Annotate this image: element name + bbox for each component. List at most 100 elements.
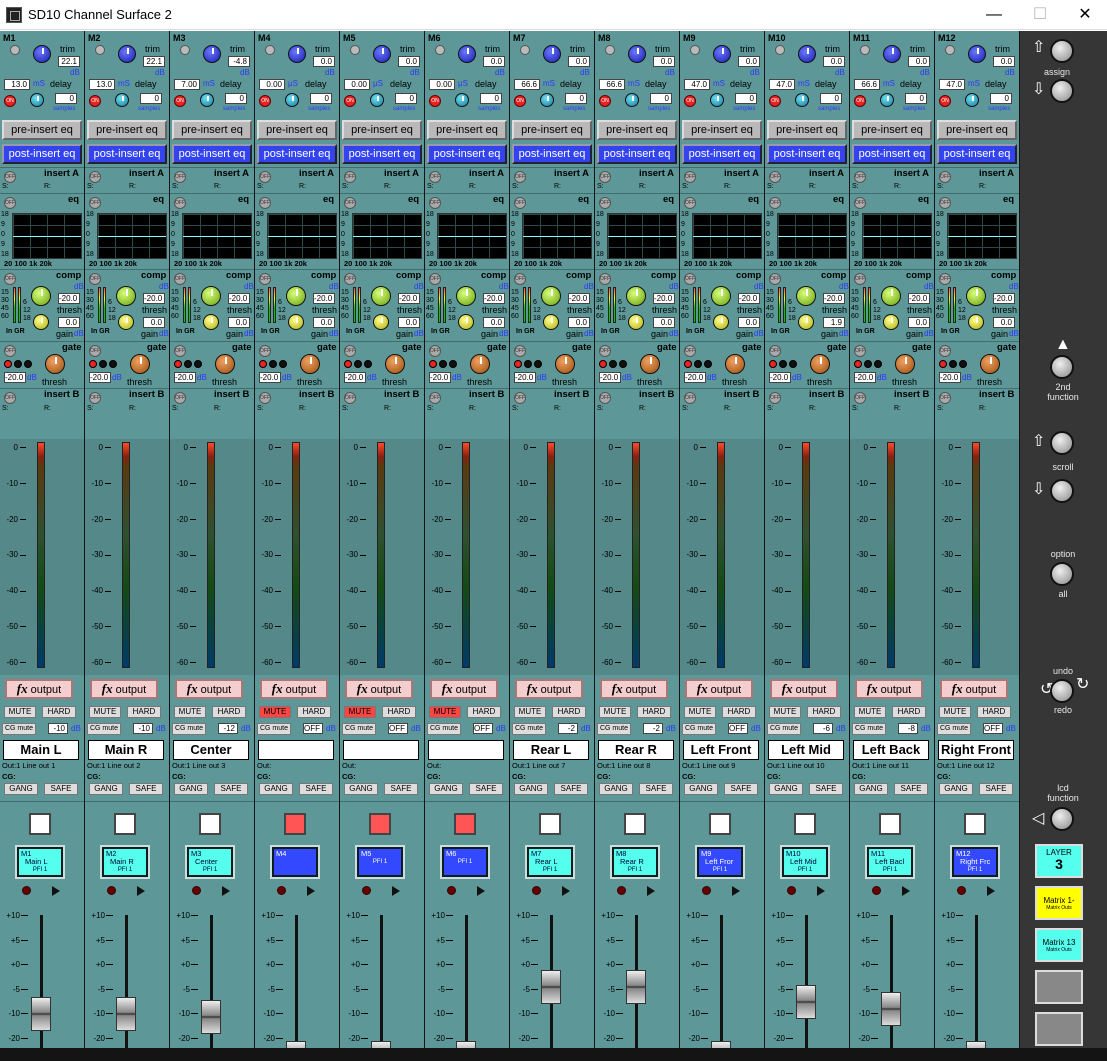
comp-off-button[interactable]: OFF bbox=[684, 273, 696, 285]
samples-value[interactable]: 0 bbox=[225, 93, 247, 104]
phase-button[interactable] bbox=[520, 45, 530, 55]
channel-name[interactable]: Rear R bbox=[598, 740, 674, 760]
comp-gain-value[interactable]: 0.0 bbox=[653, 317, 675, 328]
samples-value[interactable]: 0 bbox=[820, 93, 842, 104]
phase-button[interactable] bbox=[435, 45, 445, 55]
insert-a-off-button[interactable]: OFF bbox=[939, 171, 951, 183]
gate-thresh-knob[interactable] bbox=[45, 354, 65, 374]
minimize-button[interactable]: — bbox=[971, 2, 1017, 28]
comp-thresh-value[interactable]: -20.0 bbox=[58, 293, 80, 304]
record-button[interactable] bbox=[957, 886, 966, 895]
record-button[interactable] bbox=[617, 886, 626, 895]
insert-a-off-button[interactable]: OFF bbox=[89, 171, 101, 183]
gang-button[interactable]: GANG bbox=[684, 783, 718, 795]
gate-thresh-value[interactable]: -20.0 bbox=[4, 372, 26, 383]
insert-a-off-button[interactable]: OFF bbox=[429, 171, 441, 183]
post-insert-eq-button[interactable]: post-insert eq bbox=[937, 144, 1017, 164]
trim-knob[interactable] bbox=[798, 45, 816, 63]
phase-button[interactable] bbox=[690, 45, 700, 55]
delay-knob[interactable] bbox=[115, 93, 129, 107]
gate-off-button[interactable]: OFF bbox=[854, 345, 866, 357]
eq-curve-display[interactable] bbox=[947, 213, 1017, 259]
channel-name[interactable]: Center bbox=[173, 740, 249, 760]
fx-output-button[interactable]: fx output bbox=[770, 679, 838, 699]
record-button[interactable] bbox=[277, 886, 286, 895]
delay-value[interactable]: 13.0 bbox=[89, 79, 115, 90]
comp-thresh-knob[interactable] bbox=[116, 286, 136, 306]
eq-off-button[interactable]: OFF bbox=[344, 197, 356, 209]
record-button[interactable] bbox=[107, 886, 116, 895]
insert-b-off-button[interactable]: OFF bbox=[769, 392, 781, 404]
delay-value[interactable]: 0.00 bbox=[344, 79, 370, 90]
comp-thresh-value[interactable]: -20.0 bbox=[568, 293, 590, 304]
eq-off-button[interactable]: OFF bbox=[769, 197, 781, 209]
record-button[interactable] bbox=[447, 886, 456, 895]
insert-a-off-button[interactable]: OFF bbox=[259, 171, 271, 183]
cg-mute-button[interactable]: CG mute bbox=[512, 723, 546, 735]
gate-off-button[interactable]: OFF bbox=[259, 345, 271, 357]
trim-value[interactable]: 0.0 bbox=[823, 56, 845, 67]
pre-insert-eq-button[interactable]: pre-insert eq bbox=[427, 120, 507, 140]
delay-on-button[interactable]: ON bbox=[89, 95, 101, 107]
comp-gain-knob[interactable] bbox=[373, 314, 389, 330]
gang-button[interactable]: GANG bbox=[4, 783, 38, 795]
channel-name[interactable]: Left Front bbox=[683, 740, 759, 760]
hard-button[interactable]: HARD bbox=[297, 706, 331, 718]
comp-off-button[interactable]: OFF bbox=[769, 273, 781, 285]
scroll-up-button[interactable] bbox=[1050, 431, 1074, 455]
hard-button[interactable]: HARD bbox=[42, 706, 76, 718]
pre-insert-eq-button[interactable]: pre-insert eq bbox=[342, 120, 422, 140]
play-icon[interactable] bbox=[647, 886, 655, 896]
fx-output-button[interactable]: fx output bbox=[5, 679, 73, 699]
delay-knob[interactable] bbox=[540, 93, 554, 107]
insert-b-off-button[interactable]: OFF bbox=[429, 392, 441, 404]
gang-button[interactable]: GANG bbox=[174, 783, 208, 795]
gate-off-button[interactable]: OFF bbox=[89, 345, 101, 357]
insert-b-off-button[interactable]: OFF bbox=[4, 392, 16, 404]
insert-b-off-button[interactable]: OFF bbox=[514, 392, 526, 404]
fader-cap[interactable] bbox=[541, 970, 561, 1005]
select-button[interactable] bbox=[624, 813, 646, 835]
gate-thresh-value[interactable]: -20.0 bbox=[939, 372, 961, 383]
trim-knob[interactable] bbox=[628, 45, 646, 63]
comp-off-button[interactable]: OFF bbox=[4, 273, 16, 285]
comp-thresh-value[interactable]: -20.0 bbox=[738, 293, 760, 304]
select-button[interactable] bbox=[454, 813, 476, 835]
comp-off-button[interactable]: OFF bbox=[344, 273, 356, 285]
comp-gain-value[interactable]: 0.0 bbox=[738, 317, 760, 328]
safe-button[interactable]: SAFE bbox=[384, 783, 418, 795]
cg-mute-button[interactable]: CG mute bbox=[257, 723, 291, 735]
comp-thresh-knob[interactable] bbox=[371, 286, 391, 306]
comp-gain-knob[interactable] bbox=[543, 314, 559, 330]
insert-a-off-button[interactable]: OFF bbox=[344, 171, 356, 183]
gate-thresh-knob[interactable] bbox=[300, 354, 320, 374]
eq-off-button[interactable]: OFF bbox=[174, 197, 186, 209]
eq-off-button[interactable]: OFF bbox=[514, 197, 526, 209]
fader-cap[interactable] bbox=[881, 991, 901, 1026]
cg-level-value[interactable]: -10 bbox=[48, 723, 68, 734]
comp-gain-knob[interactable] bbox=[118, 314, 134, 330]
trim-knob[interactable] bbox=[33, 45, 51, 63]
samples-value[interactable]: 0 bbox=[735, 93, 757, 104]
channel-name[interactable]: Main R bbox=[88, 740, 164, 760]
matrix-13-button[interactable]: Matrix 13 Matrix Outs bbox=[1035, 928, 1083, 962]
gang-button[interactable]: GANG bbox=[429, 783, 463, 795]
delay-on-button[interactable]: ON bbox=[599, 95, 611, 107]
samples-value[interactable]: 0 bbox=[55, 93, 77, 104]
gate-thresh-value[interactable]: -20.0 bbox=[514, 372, 536, 383]
select-button[interactable] bbox=[369, 813, 391, 835]
phase-button[interactable] bbox=[605, 45, 615, 55]
delay-value[interactable]: 66.6 bbox=[599, 79, 625, 90]
delay-knob[interactable] bbox=[200, 93, 214, 107]
undo-redo-button[interactable] bbox=[1050, 679, 1074, 703]
mute-button[interactable]: MUTE bbox=[684, 706, 716, 718]
insert-a-off-button[interactable]: OFF bbox=[174, 171, 186, 183]
trim-knob[interactable] bbox=[203, 45, 221, 63]
gate-off-button[interactable]: OFF bbox=[344, 345, 356, 357]
trim-knob[interactable] bbox=[458, 45, 476, 63]
insert-b-off-button[interactable]: OFF bbox=[854, 392, 866, 404]
pre-insert-eq-button[interactable]: pre-insert eq bbox=[682, 120, 762, 140]
post-insert-eq-button[interactable]: post-insert eq bbox=[597, 144, 677, 164]
comp-off-button[interactable]: OFF bbox=[939, 273, 951, 285]
post-insert-eq-button[interactable]: post-insert eq bbox=[427, 144, 507, 164]
